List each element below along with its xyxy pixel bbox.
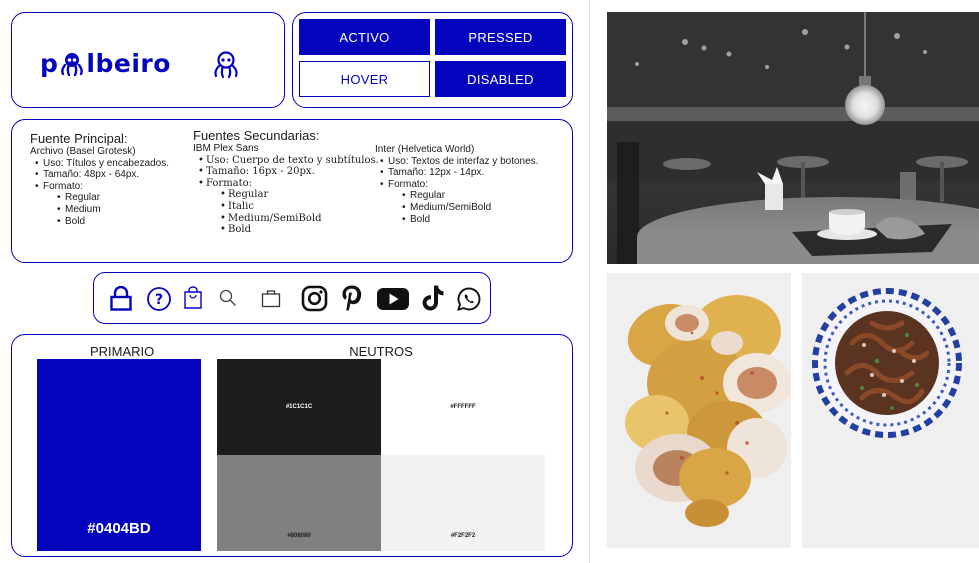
inter-font-column: Inter (Helvetica World) Uso: Textos de i…: [375, 144, 570, 225]
format-item: Medium/SemiBold: [397, 202, 570, 214]
principal-font-specs: Uso: Títulos y encabezados. Tamaño: 48px…: [30, 158, 190, 228]
spec-item: Tamaño: 12px - 14px.: [375, 167, 570, 179]
principal-font-heading: Fuente Principal:: [30, 131, 128, 146]
whatsapp-icon[interactable]: [456, 286, 482, 312]
format-item: Bold: [215, 224, 383, 236]
button-states-panel: ACTIVO PRESSED HOVER DISABLED: [292, 12, 573, 108]
svg-text:?: ?: [155, 292, 163, 308]
bag-icon[interactable]: [260, 287, 282, 309]
principal-font-column: Fuente Principal: Archivo (Basel Grotesk…: [30, 132, 190, 227]
format-item: Bold: [52, 216, 190, 228]
shopping-bag-icon[interactable]: [182, 286, 204, 310]
format-item: Regular: [52, 192, 190, 204]
potato-octopus-photo: [607, 273, 791, 548]
activo-button[interactable]: ACTIVO: [299, 19, 430, 55]
ibm-font-name: IBM Plex Sans: [193, 143, 259, 154]
help-icon[interactable]: ?: [146, 286, 172, 312]
format-item: Regular: [215, 189, 383, 201]
inter-font-specs: Uso: Textos de interfaz y botones. Tamañ…: [375, 156, 570, 226]
octopus-plate-image: [812, 288, 962, 438]
cafe-scene-image: [607, 12, 979, 264]
potato-octopus-image: [625, 295, 791, 527]
format-item: Regular: [397, 190, 570, 202]
swatch-hex: #808080: [287, 533, 311, 539]
neutral-swatch-white: #FFFFFF: [381, 359, 545, 455]
spec-item: Tamaño: 16px - 20px.: [193, 166, 383, 178]
ibm-font-column: Fuentes Secundarias: IBM Plex Sans Uso: …: [193, 129, 383, 236]
neutral-colors-title: NEUTROS: [349, 344, 413, 359]
swatch-hex: #0404BD: [87, 520, 151, 537]
octopus-mark-icon: [214, 51, 238, 79]
spec-item: Tamaño: 48px - 64px.: [30, 169, 190, 181]
tiktok-icon[interactable]: [421, 284, 445, 312]
primary-swatch: #0404BD: [37, 359, 201, 551]
lock-icon[interactable]: [108, 286, 134, 312]
neutral-swatch-light: #F2F2F2: [381, 455, 545, 551]
hover-button[interactable]: HOVER: [299, 61, 430, 97]
ibm-font-specs: Uso: Cuerpo de texto y subtítulos. Tamañ…: [193, 155, 383, 236]
vertical-divider: [589, 0, 590, 563]
octopus-icon: [61, 52, 84, 76]
octopus-plate-photo: [802, 273, 979, 548]
brand-logo: p lbeiro: [40, 49, 171, 78]
instagram-icon[interactable]: [301, 285, 328, 312]
swatch-hex: #F2F2F2: [450, 533, 476, 539]
search-icon[interactable]: [218, 288, 238, 308]
color-palette-panel: PRIMARIO NEUTROS #0404BD #1C1C1C #FFFFFF…: [11, 334, 573, 557]
spec-item: Formato: Regular Italic Medium/SemiBold …: [193, 178, 383, 236]
cafe-photo: [607, 12, 979, 264]
spec-item: Formato: Regular Medium Bold: [30, 181, 190, 227]
typography-panel: Fuente Principal: Archivo (Basel Grotesk…: [11, 119, 573, 263]
spec-item: Uso: Cuerpo de texto y subtítulos.: [193, 155, 383, 167]
format-item: Medium: [52, 204, 190, 216]
secondary-fonts-heading: Fuentes Secundarias:: [193, 128, 320, 143]
logo-text-start: p: [40, 49, 59, 78]
pinterest-icon[interactable]: [340, 284, 364, 312]
icons-panel: ?: [93, 272, 491, 324]
format-item: Bold: [397, 214, 570, 226]
logo-panel: p lbeiro: [11, 12, 285, 108]
primary-colors-title: PRIMARIO: [90, 344, 155, 359]
neutral-swatch-gray: #808080: [217, 455, 381, 551]
spec-item: Uso: Textos de interfaz y botones.: [375, 156, 570, 168]
format-item: Italic: [215, 201, 383, 213]
principal-font-name: Archivo (Basel Grotesk): [30, 146, 136, 157]
youtube-icon[interactable]: [376, 287, 410, 311]
swatch-hex: #1C1C1C: [285, 404, 313, 410]
format-item: Medium/SemiBold: [215, 213, 383, 225]
pressed-button[interactable]: PRESSED: [435, 19, 566, 55]
disabled-button[interactable]: DISABLED: [435, 61, 566, 97]
neutral-swatch-dark: #1C1C1C: [217, 359, 381, 455]
spec-item: Formato: Regular Medium/SemiBold Bold: [375, 179, 570, 225]
inter-font-name: Inter (Helvetica World): [375, 144, 475, 155]
logo-text-end: lbeiro: [86, 49, 171, 78]
spec-item: Uso: Títulos y encabezados.: [30, 158, 190, 170]
swatch-hex: #FFFFFF: [450, 404, 476, 410]
